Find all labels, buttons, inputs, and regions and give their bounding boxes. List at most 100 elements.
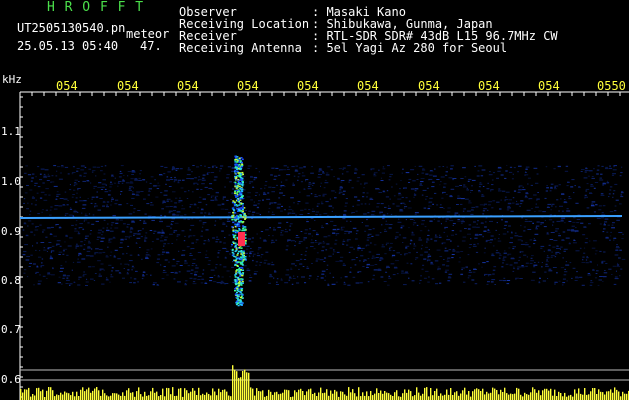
- noise-speck: [434, 168, 436, 170]
- noise-speck: [549, 239, 554, 240]
- noise-speck: [334, 243, 337, 245]
- noise-speck: [269, 276, 273, 278]
- noise-speck: [501, 266, 504, 268]
- noise-speck: [518, 186, 521, 188]
- noise-speck: [448, 177, 453, 179]
- noise-speck: [115, 270, 120, 272]
- noise-speck: [347, 233, 350, 234]
- noise-speck: [385, 196, 390, 198]
- meteor-pixel: [241, 274, 244, 277]
- meteor-pixel: [234, 190, 237, 193]
- noise-speck: [427, 234, 430, 236]
- noise-speck: [325, 174, 330, 176]
- noise-speck: [115, 199, 119, 201]
- noise-speck: [575, 276, 579, 278]
- noise-speck: [483, 208, 487, 210]
- noise-speck: [310, 193, 313, 195]
- noise-speck: [384, 228, 386, 230]
- noise-speck: [268, 282, 271, 284]
- noise-speck: [332, 232, 336, 234]
- noise-speck: [246, 268, 250, 270]
- noise-speck: [339, 186, 343, 188]
- meteor-pixel: [238, 268, 241, 270]
- noise-speck: [47, 272, 51, 274]
- noise-speck: [91, 223, 95, 225]
- noise-speck: [517, 192, 521, 193]
- noise-speck: [342, 244, 345, 245]
- noise-speck: [499, 253, 501, 255]
- noise-speck: [100, 237, 105, 239]
- noise-speck: [398, 218, 400, 220]
- noise-speck: [414, 213, 417, 215]
- meteor-pixel: [239, 272, 242, 274]
- noise-speck: [192, 235, 196, 237]
- noise-speck: [57, 282, 61, 284]
- noise-speck: [482, 186, 485, 187]
- meteor-pixel: [237, 299, 240, 301]
- noise-speck: [385, 244, 388, 246]
- noise-speck: [227, 218, 229, 220]
- noise-speck: [327, 166, 331, 168]
- meteor-pixel: [232, 200, 235, 202]
- noise-speck: [298, 173, 301, 175]
- meteor-pixel: [235, 300, 238, 303]
- noise-speck: [512, 246, 516, 248]
- noise-speck: [576, 222, 580, 224]
- noise-speck: [48, 242, 52, 243]
- noise-speck: [306, 266, 309, 268]
- meteor-pixel: [232, 241, 235, 243]
- noise-speck: [420, 181, 424, 183]
- noise-speck: [24, 269, 27, 271]
- noise-speck: [449, 220, 454, 222]
- noise-speck: [570, 186, 574, 188]
- noise-speck: [503, 277, 506, 279]
- meteor-pixel: [238, 161, 241, 163]
- noise-speck: [80, 169, 85, 171]
- noise-speck: [271, 167, 275, 169]
- noise-speck: [342, 264, 346, 266]
- noise-speck: [136, 191, 141, 193]
- noise-speck: [224, 208, 229, 210]
- noise-speck: [524, 221, 529, 222]
- noise-speck: [162, 200, 166, 202]
- meter-bar: [548, 390, 550, 400]
- noise-speck: [506, 209, 510, 211]
- noise-speck: [247, 167, 250, 169]
- noise-speck: [172, 167, 175, 169]
- noise-speck: [594, 277, 598, 279]
- noise-speck: [571, 179, 575, 181]
- noise-speck: [567, 229, 571, 231]
- meteor-pixel: [239, 198, 241, 200]
- noise-speck: [101, 231, 104, 233]
- noise-speck: [575, 202, 579, 204]
- noise-speck: [401, 272, 405, 274]
- noise-speck: [484, 274, 486, 276]
- noise-speck: [193, 203, 196, 205]
- noise-speck: [481, 194, 484, 196]
- noise-speck: [613, 165, 617, 167]
- noise-speck: [452, 248, 455, 250]
- noise-speck: [264, 259, 268, 261]
- noise-speck: [232, 261, 234, 263]
- meter-bar: [256, 388, 258, 400]
- noise-speck: [192, 212, 196, 214]
- noise-speck: [450, 168, 453, 170]
- meteor-pixel: [232, 253, 235, 255]
- noise-speck: [85, 281, 89, 283]
- noise-speck: [44, 194, 47, 196]
- noise-speck: [160, 264, 162, 266]
- noise-speck: [269, 203, 271, 205]
- noise-speck: [226, 248, 228, 250]
- noise-speck: [417, 173, 419, 175]
- noise-speck: [59, 198, 64, 199]
- noise-speck: [110, 200, 113, 202]
- noise-speck: [102, 205, 105, 207]
- noise-speck: [23, 202, 25, 204]
- noise-speck: [312, 185, 314, 186]
- carrier-line: [19, 215, 623, 219]
- noise-speck: [512, 248, 515, 250]
- noise-speck: [569, 262, 572, 264]
- meteor-pixel: [240, 288, 243, 291]
- spectrogram-plot: [19, 91, 629, 400]
- noise-speck: [557, 165, 561, 167]
